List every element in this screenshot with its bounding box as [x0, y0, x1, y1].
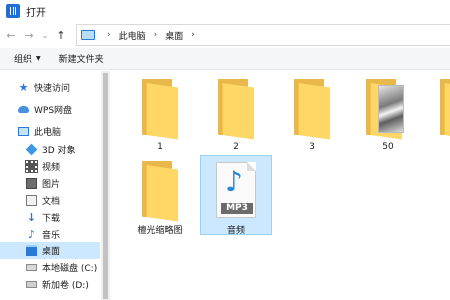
sidebar-item-label: 图片 — [42, 180, 61, 190]
file-name: 3 — [309, 142, 315, 152]
navigation-pane: ★ 快速访问 WPS网盘 此电脑 3D 对象 视频 图片 文档 ↓ 下载 ♪ 音… — [0, 71, 102, 300]
sidebar-item-videos[interactable]: 视频 — [0, 158, 100, 175]
file-name: 50 — [382, 142, 394, 152]
file-name: 音频 — [226, 226, 245, 236]
sidebar-item-label: 本地磁盘 (C:) — [42, 264, 98, 274]
sidebar-item-label: 新加卷 (D:) — [42, 281, 89, 291]
sidebar-item-label: 3D 对象 — [42, 146, 76, 156]
file-name: 檀光缩略图 — [137, 226, 183, 236]
sidebar-item-label: 文档 — [42, 197, 61, 207]
cube-icon — [25, 143, 38, 156]
file-item-folder-1[interactable]: 1 — [124, 73, 196, 153]
music-icon: ♪ — [27, 228, 36, 241]
sidebar-item-this-pc[interactable]: 此电脑 — [0, 123, 100, 140]
sidebar-item-downloads[interactable]: ↓ 下载 — [0, 209, 100, 226]
scrollbar-thumb[interactable] — [103, 73, 108, 299]
star-icon: ★ — [18, 81, 29, 94]
computer-icon — [18, 127, 29, 136]
file-item-folder-2[interactable]: 2 — [200, 73, 272, 153]
chevron-right-icon: › — [191, 30, 195, 40]
file-item-folder-thumbnails[interactable]: 檀光缩略图 — [124, 155, 196, 236]
folder-icon — [142, 79, 182, 140]
folder-icon — [218, 79, 258, 140]
caret-down-icon: ▼ — [36, 55, 41, 62]
sidebar-item-label: 桌面 — [42, 247, 61, 257]
chevron-right-icon: › — [107, 30, 111, 40]
sidebar-item-label: 下载 — [42, 214, 61, 224]
title-bar: 打开 — [0, 0, 450, 22]
file-type-badge: MP3 — [221, 203, 253, 214]
cloud-icon — [18, 106, 29, 113]
sidebar-item-desktop[interactable]: 桌面 — [0, 242, 100, 259]
download-icon: ↓ — [26, 211, 37, 224]
sidebar-item-label: WPS网盘 — [34, 106, 73, 116]
sidebar-item-music[interactable]: ♪ 音乐 — [0, 226, 100, 243]
forward-arrow-icon[interactable]: → — [20, 25, 38, 45]
sidebar-item-label: 此电脑 — [34, 128, 62, 138]
address-bar[interactable]: › 此电脑 › 桌面 › — [76, 24, 450, 46]
sidebar-item-wps-cloud[interactable]: WPS网盘 — [0, 101, 100, 118]
file-name: 2 — [233, 142, 239, 152]
folder-icon — [142, 161, 182, 222]
file-name: 1 — [157, 142, 163, 152]
up-arrow-icon[interactable]: ↑ — [52, 25, 70, 45]
pc-icon — [81, 30, 95, 40]
file-item-folder-50[interactable]: 50 — [352, 73, 424, 153]
sidebar-item-label: 视频 — [42, 163, 61, 173]
file-item-folder-partial[interactable] — [428, 73, 450, 153]
sidebar-item-label: 快速访问 — [34, 84, 71, 94]
sidebar-item-3d-objects[interactable]: 3D 对象 — [0, 141, 100, 158]
sidebar-scrollbar[interactable] — [101, 71, 110, 300]
drive-icon — [26, 264, 37, 271]
sidebar-item-new-volume-d[interactable]: 新加卷 (D:) — [0, 276, 100, 293]
organize-button[interactable]: 组织 ▼ — [14, 52, 41, 65]
back-arrow-icon[interactable]: ← — [2, 25, 20, 45]
folder-icon — [440, 79, 450, 140]
chevron-right-icon: › — [153, 30, 158, 40]
recent-locations-chevron-icon[interactable]: ⌄ — [38, 25, 52, 45]
file-list: 1 2 3 50 檀光缩略图 ♪ MP3 音频 — [110, 71, 450, 300]
document-icon — [26, 195, 37, 206]
organize-label: 组织 — [14, 55, 33, 65]
window-title: 打开 — [26, 7, 46, 19]
folder-icon — [294, 79, 334, 140]
video-icon — [25, 160, 38, 173]
photo-thumbnail — [378, 85, 404, 133]
sidebar-item-label: 音乐 — [42, 231, 61, 241]
picture-icon — [26, 178, 37, 189]
file-item-folder-3[interactable]: 3 — [276, 73, 348, 153]
app-icon — [6, 4, 20, 18]
music-note-icon: ♪ — [225, 165, 243, 198]
breadcrumb-desktop[interactable]: 桌面 — [165, 29, 183, 42]
new-folder-button[interactable]: 新建文件夹 — [59, 52, 104, 65]
mp3-file-icon: ♪ MP3 — [216, 162, 256, 218]
sidebar-item-pictures[interactable]: 图片 — [0, 175, 100, 192]
sidebar-item-quick-access[interactable]: ★ 快速访问 — [0, 79, 100, 96]
drive-icon — [26, 281, 37, 288]
sidebar-item-local-disk-c[interactable]: 本地磁盘 (C:) — [0, 259, 100, 276]
sidebar-item-documents[interactable]: 文档 — [0, 192, 100, 209]
command-bar: 组织 ▼ 新建文件夹 — [0, 48, 450, 70]
navigation-bar: ← → ⌄ ↑ › 此电脑 › 桌面 › — [0, 22, 450, 48]
file-item-audio-mp3[interactable]: ♪ MP3 音频 — [200, 155, 272, 236]
breadcrumb-this-pc[interactable]: 此电脑 — [119, 29, 146, 42]
desktop-icon — [26, 245, 37, 256]
